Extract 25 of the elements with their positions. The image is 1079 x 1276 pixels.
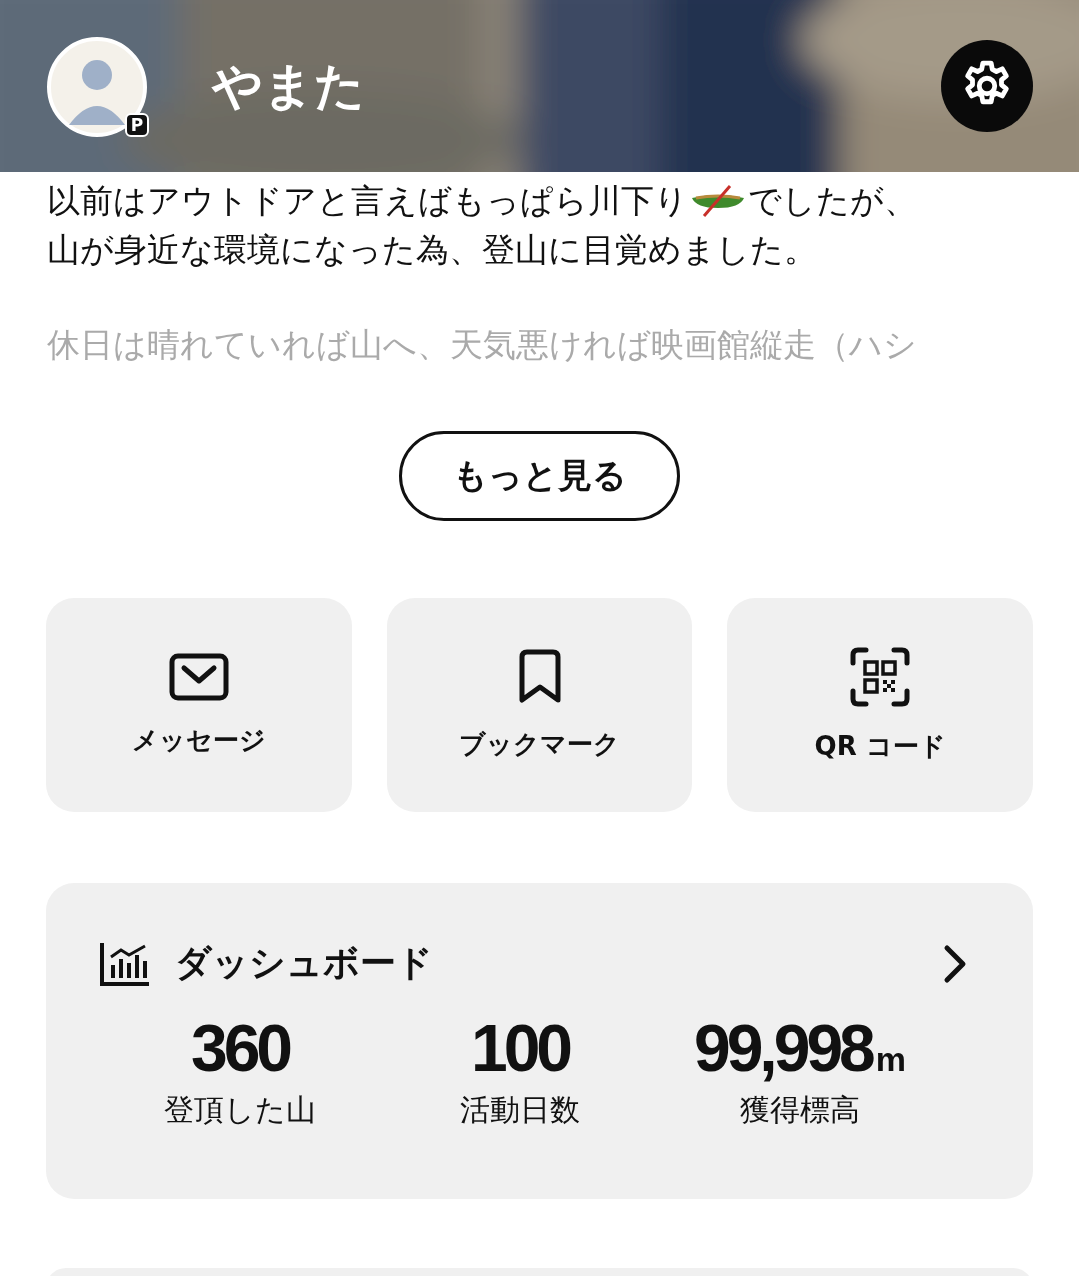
stat-label: 獲得標高 — [740, 1091, 860, 1129]
avatar-icon[interactable] — [47, 37, 147, 137]
chart-icon — [99, 940, 151, 987]
stat-unit: m — [875, 1040, 907, 1079]
qr-code-icon — [850, 646, 911, 707]
stat-value: 100 — [470, 1010, 570, 1086]
dashboard-title: ダッシュボード — [175, 941, 433, 985]
bio-text: 休日は晴れていれば山へ、天気悪ければ映画館縦走（ハシ — [47, 325, 917, 364]
stat-label: 登頂した山 — [164, 1091, 316, 1129]
envelope-icon — [168, 652, 229, 701]
premium-badge: P — [125, 113, 149, 137]
stat-value: 360 — [190, 1010, 290, 1086]
action-card[interactable]: QR コード — [727, 598, 1033, 812]
bio-text: 山が身近な環境になった為、登山に目覚めました。 — [47, 229, 817, 271]
chevron-right-icon[interactable] — [943, 943, 967, 984]
dashboard-card[interactable]: ダッシュボード 360 登頂した山 100 活動日数 99,998m 獲得標高 — [46, 883, 1033, 1199]
user-name: やまた — [212, 55, 365, 117]
show-more-button[interactable]: もっと見る — [399, 431, 680, 521]
bio-text: 以前はアウトドアと言えばもっぱら川下り — [47, 180, 688, 222]
stat-value: 99,998 — [693, 1010, 872, 1086]
action-card[interactable]: メッセージ — [46, 598, 352, 812]
action-card[interactable]: ブックマーク — [386, 598, 693, 812]
canoe-icon — [690, 183, 746, 218]
bio-text: でしたが、 — [748, 180, 917, 222]
stat-label: 活動日数 — [460, 1091, 580, 1129]
